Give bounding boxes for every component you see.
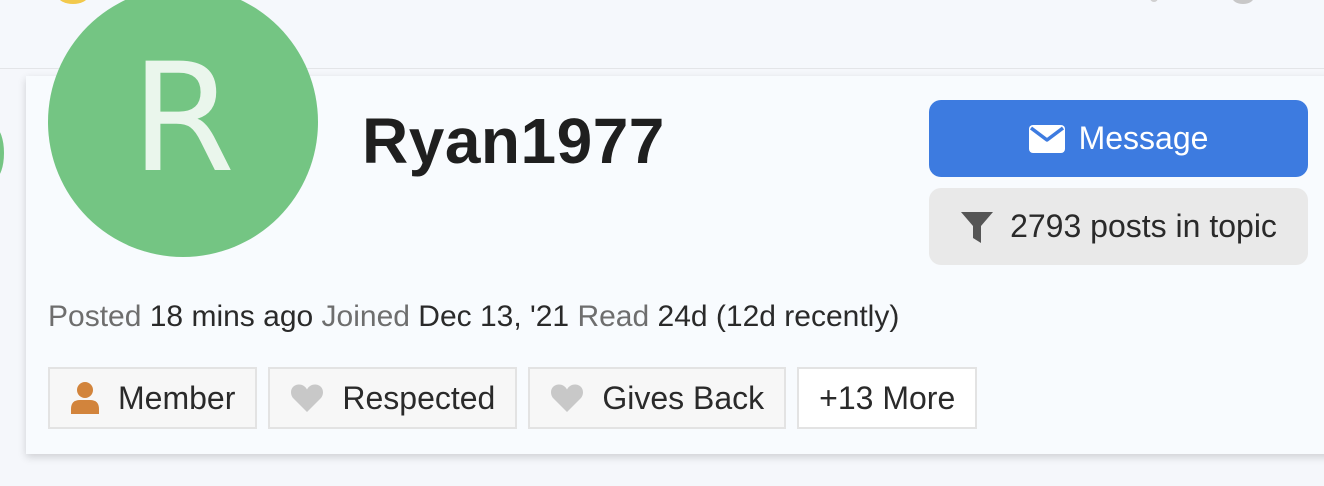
heart-icon bbox=[550, 383, 584, 413]
username[interactable]: Ryan1977 bbox=[362, 104, 665, 178]
read-label: Read bbox=[577, 300, 650, 333]
posted-value: 18 mins ago bbox=[149, 300, 314, 333]
message-button[interactable]: Message bbox=[929, 100, 1308, 177]
filter-icon bbox=[960, 210, 994, 244]
message-button-label: Message bbox=[1078, 120, 1209, 156]
avatar-peek bbox=[58, 0, 88, 4]
person-icon bbox=[70, 382, 100, 414]
badge-gives-back[interactable]: Gives Back bbox=[528, 367, 787, 429]
joined-label: Joined bbox=[321, 300, 410, 333]
more-badges-button[interactable]: +13 More bbox=[797, 367, 978, 429]
envelope-icon bbox=[1028, 124, 1065, 153]
badge-list: Member Respected Gives Back +13 More bbox=[48, 367, 978, 429]
icon-peek bbox=[1232, 0, 1254, 4]
posts-in-topic-label: 2793 posts in topic bbox=[1010, 208, 1277, 244]
icon-peek bbox=[1150, 0, 1158, 2]
badge-label: +13 More bbox=[819, 379, 956, 416]
posted-label: Posted bbox=[48, 300, 142, 333]
joined-value: Dec 13, '21 bbox=[418, 300, 570, 333]
badge-respected[interactable]: Respected bbox=[268, 367, 518, 429]
badge-label: Member bbox=[118, 379, 236, 416]
user-meta: Posted 18 mins ago Joined Dec 13, '21 Re… bbox=[48, 300, 899, 334]
heart-icon bbox=[290, 383, 324, 413]
posts-in-topic-button[interactable]: 2793 posts in topic bbox=[929, 188, 1308, 265]
badge-label: Gives Back bbox=[602, 379, 765, 416]
read-value: 24d (12d recently) bbox=[657, 300, 900, 333]
avatar-peek bbox=[0, 128, 4, 178]
badge-label: Respected bbox=[342, 379, 496, 416]
badge-member[interactable]: Member bbox=[48, 367, 258, 429]
avatar-initial: R bbox=[130, 32, 236, 206]
